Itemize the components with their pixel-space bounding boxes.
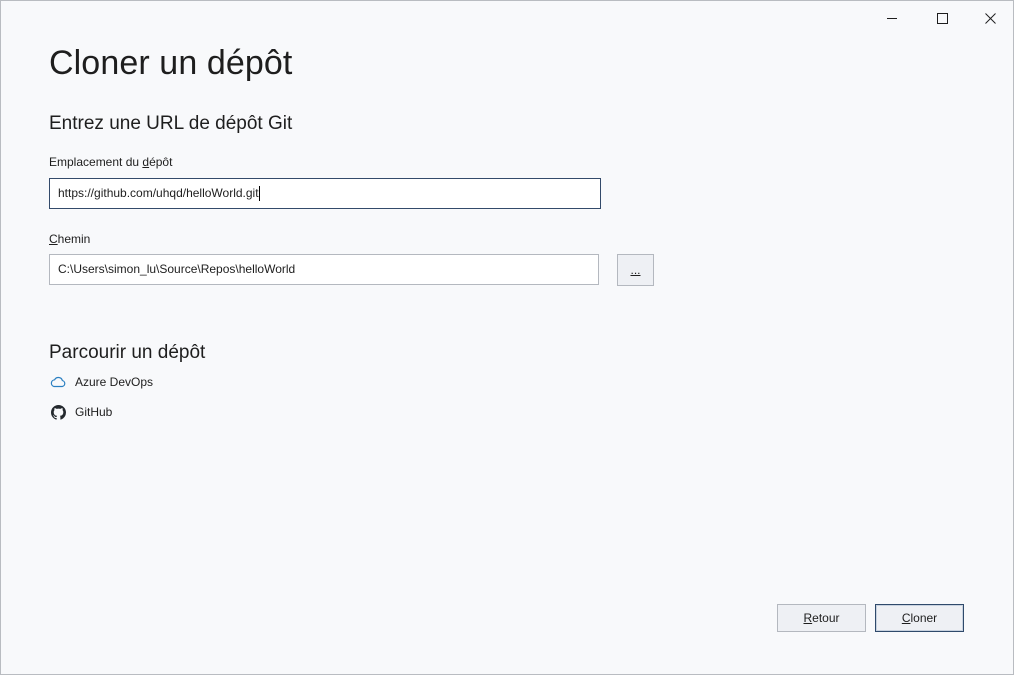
repo-url-input[interactable]: https://github.com/uhqd/helloWorld.git: [49, 178, 601, 209]
path-label: Chemin: [49, 232, 91, 246]
browse-folder-button[interactable]: ...: [617, 254, 654, 286]
clone-repo-dialog: Cloner un dépôt Entrez une URL de dépôt …: [0, 0, 1014, 675]
close-button[interactable]: [967, 1, 1013, 35]
back-button[interactable]: Retour: [777, 604, 866, 632]
clone-button[interactable]: Cloner: [875, 604, 964, 632]
provider-azure-devops[interactable]: Azure DevOps: [49, 373, 153, 391]
browse-section-title: Parcourir un dépôt: [49, 342, 206, 363]
repo-location-label: Emplacement du dépôt: [49, 155, 173, 169]
provider-label: Azure DevOps: [75, 375, 154, 389]
close-icon: [984, 12, 996, 24]
provider-label: GitHub: [75, 405, 113, 419]
cloud-icon: [49, 373, 67, 391]
provider-github[interactable]: GitHub: [49, 403, 112, 421]
url-section-title: Entrez une URL de dépôt Git: [49, 113, 293, 134]
maximize-button[interactable]: [919, 1, 965, 35]
github-icon: [49, 403, 67, 421]
text-caret: [258, 186, 260, 202]
minimize-button[interactable]: [869, 1, 915, 35]
minimize-icon: [887, 13, 897, 23]
local-path-input[interactable]: C:\Users\simon_lu\Source\Repos\helloWorl…: [49, 254, 599, 285]
maximize-icon: [936, 12, 948, 24]
page-title: Cloner un dépôt: [49, 44, 293, 82]
